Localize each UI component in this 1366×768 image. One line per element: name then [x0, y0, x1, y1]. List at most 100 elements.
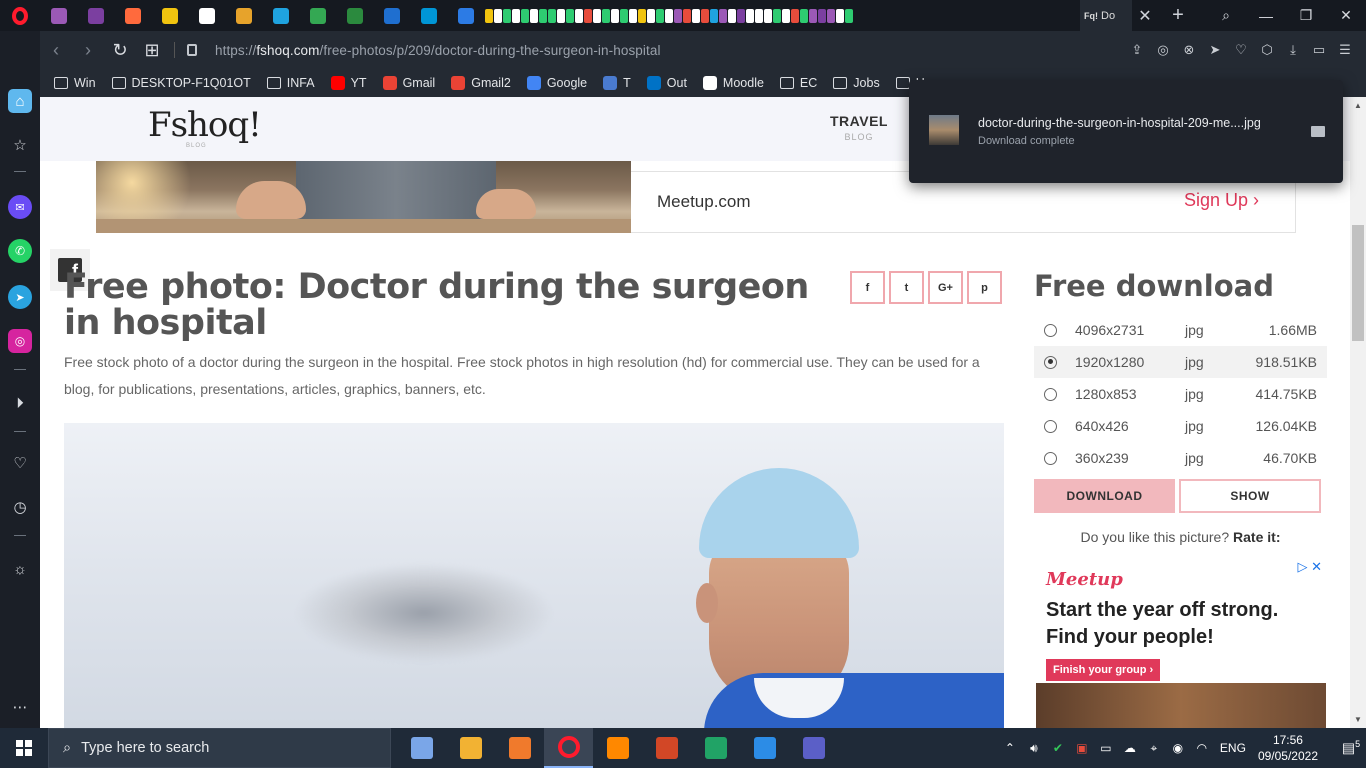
wifi-icon[interactable]: ◠ — [1190, 741, 1214, 755]
cube-icon[interactable]: ⬡ — [1258, 41, 1276, 59]
tab-favicon-icon[interactable] — [188, 0, 225, 31]
tab-mini-icon[interactable] — [619, 0, 628, 31]
forward-button[interactable]: › — [72, 31, 104, 69]
side-ad-cta[interactable]: Finish your group › — [1046, 659, 1161, 681]
tab-favicon-icon[interactable] — [40, 0, 77, 31]
size-option-row[interactable]: 360x239 jpg 46.70KB — [1034, 442, 1327, 474]
search-tabs-icon[interactable]: ⌕ — [1206, 0, 1246, 31]
close-window-button[interactable]: ✕ — [1326, 0, 1366, 31]
file-explorer-icon[interactable] — [446, 728, 495, 768]
pinterest-share-button[interactable]: p — [967, 271, 1002, 304]
download-thumbnail[interactable] — [929, 115, 959, 145]
sheets-app-icon[interactable] — [691, 728, 740, 768]
reload-button[interactable]: ↻ — [104, 31, 136, 69]
send-icon[interactable]: ➤ — [1206, 41, 1224, 59]
volume-icon[interactable]: 🔊︎ — [1022, 741, 1046, 756]
size-option-row[interactable]: 4096x2731 jpg 1.66MB — [1034, 314, 1327, 346]
messenger-icon[interactable]: ✉ — [8, 195, 32, 219]
tab-mini-icon[interactable] — [484, 0, 493, 31]
bookmark-item[interactable]: DESKTOP-F1Q01OT — [111, 76, 251, 90]
bookmark-item[interactable]: Moodle — [702, 76, 764, 90]
back-button[interactable]: ‹ — [40, 31, 72, 69]
scroll-up-icon[interactable]: ▲ — [1354, 101, 1362, 110]
tab-mini-icon[interactable] — [547, 0, 556, 31]
tab-mini-icon[interactable] — [574, 0, 583, 31]
bookmark-item[interactable]: Win — [54, 76, 96, 90]
tab-mini-icon[interactable] — [700, 0, 709, 31]
battery-icon[interactable]: ▭ — [1094, 741, 1118, 755]
tab-mini-icon[interactable] — [682, 0, 691, 31]
tab-mini-icon[interactable] — [763, 0, 772, 31]
size-radio[interactable] — [1044, 451, 1057, 465]
bookmark-item[interactable]: T — [603, 76, 631, 90]
share-icon[interactable]: ⇪ — [1128, 41, 1146, 59]
new-tab-button[interactable]: + — [1158, 4, 1198, 27]
tab-mini-icon[interactable] — [610, 0, 619, 31]
tab-mini-icon[interactable] — [664, 0, 673, 31]
tab-mini-icon[interactable] — [745, 0, 754, 31]
task-view-icon[interactable] — [397, 728, 446, 768]
star-icon[interactable]: ☆ — [8, 133, 32, 157]
tab-mini-icon[interactable] — [628, 0, 637, 31]
tab-mini-icon[interactable] — [799, 0, 808, 31]
tab-mini-icon[interactable] — [511, 0, 520, 31]
bookmark-item[interactable]: Google — [526, 76, 587, 90]
bookmark-item[interactable]: Gmail2 — [451, 76, 511, 90]
download-filename[interactable]: doctor-during-the-surgeon-in-hospital-20… — [978, 116, 1261, 130]
app-tray-icon[interactable]: ▣ — [1070, 741, 1094, 755]
powerpoint-icon[interactable] — [642, 728, 691, 768]
tab-favicon-icon[interactable] — [336, 0, 373, 31]
check-shield-icon[interactable]: ✔ — [1046, 741, 1070, 755]
main-photo[interactable] — [64, 423, 1004, 728]
ad-choices-icon[interactable]: ▷ ✕ — [1297, 559, 1322, 575]
tab-favicon-icon[interactable] — [299, 0, 336, 31]
language-indicator[interactable]: ENG — [1220, 741, 1246, 755]
minimize-button[interactable]: — — [1246, 0, 1286, 31]
tab-mini-icon[interactable] — [538, 0, 547, 31]
battery-icon[interactable]: ▭ — [1310, 41, 1328, 59]
tab-mini-icon[interactable] — [781, 0, 790, 31]
start-button[interactable] — [0, 728, 48, 768]
tab-mini-icon[interactable] — [637, 0, 646, 31]
bookmark-item[interactable]: Out — [646, 76, 687, 90]
site-logo[interactable]: Fshoq! BLOG — [148, 105, 262, 149]
side-ad[interactable]: ▷ ✕ Meetup Start the year off strong. Fi… — [1036, 555, 1326, 728]
tab-mini-icon[interactable] — [826, 0, 835, 31]
bookmark-item[interactable]: YT — [330, 76, 367, 90]
tab-favicon-icon[interactable] — [114, 0, 151, 31]
heart-icon[interactable]: ♡ — [8, 451, 32, 475]
tab-favicon-icon[interactable] — [373, 0, 410, 31]
clock[interactable]: 17:56 09/05/2022 — [1258, 732, 1318, 764]
size-option-row[interactable]: 1280x853 jpg 414.75KB — [1034, 378, 1327, 410]
tab-favicon-icon[interactable] — [77, 0, 114, 31]
vscode-icon[interactable] — [740, 728, 789, 768]
heart-icon[interactable]: ♡ — [1232, 41, 1250, 59]
twitter-share-button[interactable]: t — [889, 271, 924, 304]
teams-icon[interactable] — [789, 728, 838, 768]
size-option-row[interactable]: 640x426 jpg 126.04KB — [1034, 410, 1327, 442]
tab-mini-icon[interactable] — [646, 0, 655, 31]
tab-mini-icon[interactable] — [601, 0, 610, 31]
tab-mini-icon[interactable] — [691, 0, 700, 31]
bookmark-item[interactable]: Gmail — [382, 76, 435, 90]
notification-center-icon[interactable]: ▤5 — [1336, 739, 1366, 757]
cloud-icon[interactable]: ☁ — [1118, 741, 1142, 755]
tab-mini-icon[interactable] — [808, 0, 817, 31]
tab-mini-icon[interactable] — [502, 0, 511, 31]
tab-favicon-icon[interactable] — [151, 0, 188, 31]
tab-mini-icon[interactable] — [529, 0, 538, 31]
size-radio[interactable] — [1044, 419, 1057, 433]
size-radio[interactable] — [1044, 323, 1057, 337]
player-icon[interactable]: ⏵ — [8, 391, 32, 415]
lightbulb-icon[interactable]: ☼ — [8, 557, 32, 581]
scroll-down-icon[interactable]: ▼ — [1354, 715, 1362, 724]
speed-dial-icon[interactable]: ⊞ — [136, 31, 168, 69]
tab-mini-icon[interactable] — [844, 0, 853, 31]
tab-mini-icon[interactable] — [736, 0, 745, 31]
size-radio[interactable] — [1044, 355, 1057, 369]
opera-menu-icon[interactable] — [0, 0, 40, 31]
facebook-share-button[interactable]: f — [850, 271, 885, 304]
tab-mini-icon[interactable] — [592, 0, 601, 31]
camera-icon[interactable]: ◎ — [1154, 41, 1172, 59]
folder-icon[interactable] — [1311, 126, 1325, 137]
